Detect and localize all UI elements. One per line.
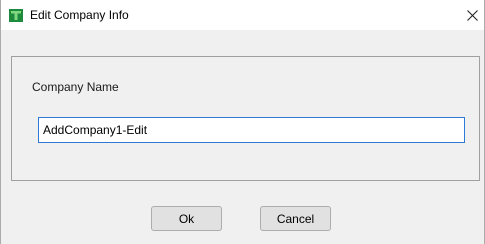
window-title: Edit Company Info [30,8,129,22]
cancel-button[interactable]: Cancel [260,206,331,231]
app-icon [9,9,23,22]
company-name-label: Company Name [32,80,119,94]
company-name-input[interactable] [38,117,465,143]
title-bar[interactable]: Edit Company Info [1,0,484,30]
close-icon [466,9,478,21]
ok-button[interactable]: Ok [151,206,222,231]
close-button[interactable] [460,0,484,30]
edit-company-dialog: Edit Company Info Company Name Ok Cancel [0,0,485,244]
